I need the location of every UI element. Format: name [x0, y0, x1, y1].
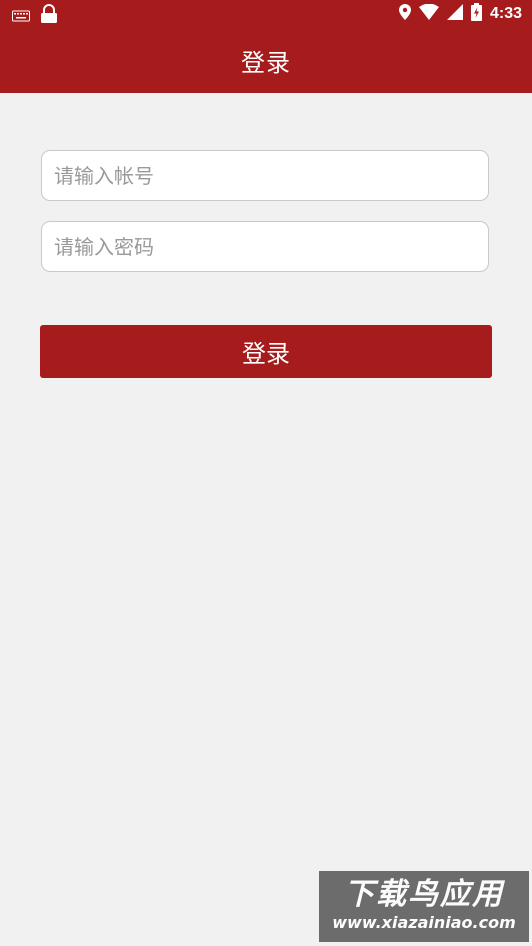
app-bar: 登录: [0, 28, 532, 93]
password-input[interactable]: [52, 222, 476, 272]
wifi-icon: [418, 3, 439, 24]
page-title: 登录: [241, 49, 291, 77]
watermark: 下载鸟应用 www.xiazainiao.com: [319, 871, 529, 942]
location-icon: [398, 4, 411, 24]
lock-icon: [40, 4, 58, 28]
password-field[interactable]: [41, 221, 489, 272]
battery-charging-icon: [470, 3, 482, 25]
signal-icon: [446, 4, 463, 24]
account-input[interactable]: [52, 151, 476, 201]
status-bar: 4:33: [0, 0, 532, 28]
watermark-url: www.xiazainiao.com: [332, 913, 516, 932]
login-button[interactable]: 登录: [40, 325, 492, 378]
keyboard-icon: [12, 7, 30, 26]
status-time: 4:33: [489, 5, 522, 22]
watermark-title: 下载鸟应用: [344, 877, 504, 912]
account-field[interactable]: [41, 150, 489, 201]
